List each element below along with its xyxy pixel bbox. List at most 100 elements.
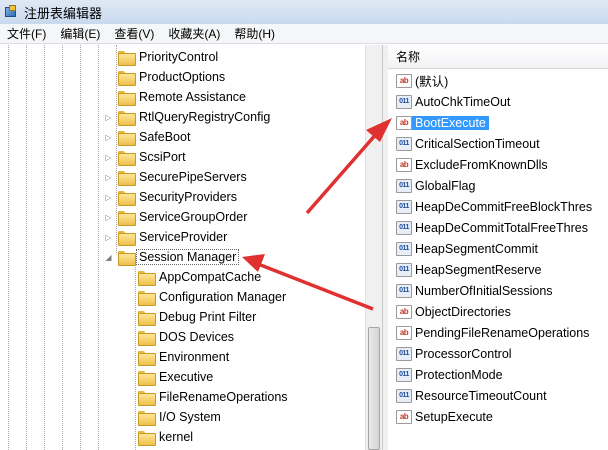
- value-row-heapsegmentreserve[interactable]: 011 HeapSegmentReserve: [396, 259, 541, 280]
- folder-icon: [138, 410, 156, 426]
- string-value-icon: ab: [396, 115, 412, 130]
- expand-arrow-icon[interactable]: ▷: [104, 213, 113, 222]
- string-value-icon: ab: [396, 304, 412, 319]
- expand-arrow-icon[interactable]: ▷: [104, 193, 113, 202]
- tree-item-servicegrouporder[interactable]: ▷ ServiceGroupOrder: [104, 207, 247, 227]
- value-row-excludefromknowndlls[interactable]: ab ExcludeFromKnownDlls: [396, 154, 548, 175]
- tree-scrollbar-thumb[interactable]: [368, 327, 380, 450]
- value-row-bootexecute[interactable]: ab BootExecute: [396, 112, 489, 133]
- binary-value-icon: 011: [396, 241, 412, 256]
- title-bar: 注册表编辑器: [0, 0, 608, 24]
- tree-item-filerenameoperations[interactable]: FileRenameOperations: [138, 387, 288, 407]
- menu-view[interactable]: 查看(V): [107, 24, 161, 44]
- value-name: HeapSegmentReserve: [415, 262, 542, 277]
- tree-item-label: Executive: [159, 370, 214, 384]
- value-row-processorcontrol[interactable]: 011 ProcessorControl: [396, 343, 512, 364]
- tree-item-label: Debug Print Filter: [159, 310, 257, 324]
- folder-icon: [138, 370, 156, 386]
- tree-item-dos-devices[interactable]: DOS Devices: [138, 327, 234, 347]
- value-row-protectionmode[interactable]: 011 ProtectionMode: [396, 364, 503, 385]
- folder-icon: [138, 290, 156, 306]
- value-row-heapdecommitfreeblockthres[interactable]: 011 HeapDeCommitFreeBlockThres: [396, 196, 592, 217]
- folder-icon: [118, 230, 136, 246]
- tree-item-session-manager[interactable]: ◢ Session Manager: [104, 247, 240, 267]
- tree-item-i-o-system[interactable]: I/O System: [138, 407, 221, 427]
- tree-item-label: PriorityControl: [139, 50, 219, 64]
- value-row-pendingfilerenameoperations[interactable]: ab PendingFileRenameOperations: [396, 322, 589, 343]
- expand-arrow-icon[interactable]: ▷: [104, 113, 113, 122]
- value-row-heapsegmentcommit[interactable]: 011 HeapSegmentCommit: [396, 238, 538, 259]
- expand-arrow-icon[interactable]: [104, 73, 113, 82]
- name-column-header[interactable]: 名称: [388, 45, 608, 69]
- menu-favorites[interactable]: 收藏夹(A): [161, 24, 227, 44]
- tree-item-label: ScsiPort: [139, 150, 186, 164]
- tree-guide-line: [135, 267, 136, 450]
- tree-item-serviceprovider[interactable]: ▷ ServiceProvider: [104, 227, 227, 247]
- tree-guide-line: [44, 45, 45, 450]
- tree-guide-line: [80, 45, 81, 450]
- menu-file[interactable]: 文件(F): [0, 24, 53, 44]
- tree-item-productoptions[interactable]: ProductOptions: [104, 67, 225, 87]
- folder-icon: [138, 430, 156, 446]
- value-row-numberofinitialsessions[interactable]: 011 NumberOfInitialSessions: [396, 280, 553, 301]
- expand-arrow-icon[interactable]: ▷: [104, 153, 113, 162]
- tree-item-debug-print-filter[interactable]: Debug Print Filter: [138, 307, 256, 327]
- tree-item-kernel[interactable]: kernel: [138, 427, 193, 447]
- tree-item-executive[interactable]: Executive: [138, 367, 213, 387]
- value-row-setupexecute[interactable]: ab SetupExecute: [396, 406, 493, 427]
- tree-item-prioritycontrol[interactable]: PriorityControl: [104, 47, 218, 67]
- binary-value-icon: 011: [396, 220, 412, 235]
- tree-item-rtlqueryregistryconfig[interactable]: ▷ RtlQueryRegistryConfig: [104, 107, 270, 127]
- folder-icon: [118, 70, 136, 86]
- registry-values-list[interactable]: 名称 ab (默认) 011 AutoChkTimeOut ab BootExecute 0…: [388, 45, 608, 450]
- window-title: 注册表编辑器: [24, 5, 103, 21]
- value-row-autochktimeout[interactable]: 011 AutoChkTimeOut: [396, 91, 510, 112]
- binary-value-icon: 011: [396, 346, 412, 361]
- tree-item-appcompatcache[interactable]: AppCompatCache: [138, 267, 261, 287]
- folder-icon: [138, 350, 156, 366]
- value-name: NumberOfInitialSessions: [415, 283, 553, 298]
- value-name: HeapDeCommitTotalFreeThres: [415, 220, 588, 235]
- value-name: CriticalSectionTimeout: [415, 136, 540, 151]
- value-name: HeapSegmentCommit: [415, 241, 538, 256]
- tree-guide-line: [62, 45, 63, 450]
- folder-icon: [118, 210, 136, 226]
- menu-help[interactable]: 帮助(H): [227, 24, 282, 44]
- tree-item-safeboot[interactable]: ▷ SafeBoot: [104, 127, 190, 147]
- value-name: AutoChkTimeOut: [415, 94, 511, 109]
- collapse-arrow-icon[interactable]: ◢: [104, 253, 113, 262]
- binary-value-icon: 011: [396, 367, 412, 382]
- tree-item-environment[interactable]: Environment: [138, 347, 229, 367]
- tree-scrollbar[interactable]: [365, 45, 382, 450]
- value-row-resourcetimeoutcount[interactable]: 011 ResourceTimeoutCount: [396, 385, 547, 406]
- tree-item-scsiport[interactable]: ▷ ScsiPort: [104, 147, 186, 167]
- tree-item-securepipeservers[interactable]: ▷ SecurePipeServers: [104, 167, 247, 187]
- tree-item-remote-assistance[interactable]: Remote Assistance: [104, 87, 246, 107]
- string-value-icon: ab: [396, 73, 412, 88]
- menu-bar: 文件(F) 编辑(E) 查看(V) 收藏夹(A) 帮助(H): [0, 24, 608, 44]
- tree-item-securityproviders[interactable]: ▷ SecurityProviders: [104, 187, 237, 207]
- menu-edit[interactable]: 编辑(E): [53, 24, 107, 44]
- folder-icon: [138, 330, 156, 346]
- expand-arrow-icon[interactable]: [104, 93, 113, 102]
- registry-key-tree[interactable]: PriorityControl ProductOptions Remote Assi…: [0, 45, 382, 450]
- value-row-globalflag[interactable]: 011 GlobalFlag: [396, 175, 475, 196]
- expand-arrow-icon[interactable]: ▷: [104, 173, 113, 182]
- folder-icon: [138, 390, 156, 406]
- expand-arrow-icon[interactable]: ▷: [104, 133, 113, 142]
- expand-arrow-icon[interactable]: ▷: [104, 233, 113, 242]
- name-column-label: 名称: [396, 50, 421, 64]
- tree-item-configuration-manager[interactable]: Configuration Manager: [138, 287, 286, 307]
- expand-arrow-icon[interactable]: [104, 53, 113, 62]
- tree-item-label: SafeBoot: [139, 130, 191, 144]
- folder-icon: [118, 50, 136, 66]
- tree-item-label: AppCompatCache: [159, 270, 262, 284]
- tree-item-label: ServiceProvider: [139, 230, 228, 244]
- value-row-default[interactable]: ab (默认): [396, 70, 448, 91]
- tree-guide-line: [26, 45, 27, 450]
- value-row-heapdecommittotalfreethres[interactable]: 011 HeapDeCommitTotalFreeThres: [396, 217, 588, 238]
- value-row-criticalsectiontimeout[interactable]: 011 CriticalSectionTimeout: [396, 133, 540, 154]
- tree-item-label: RtlQueryRegistryConfig: [139, 110, 271, 124]
- value-row-objectdirectories[interactable]: ab ObjectDirectories: [396, 301, 511, 322]
- folder-icon: [118, 250, 136, 266]
